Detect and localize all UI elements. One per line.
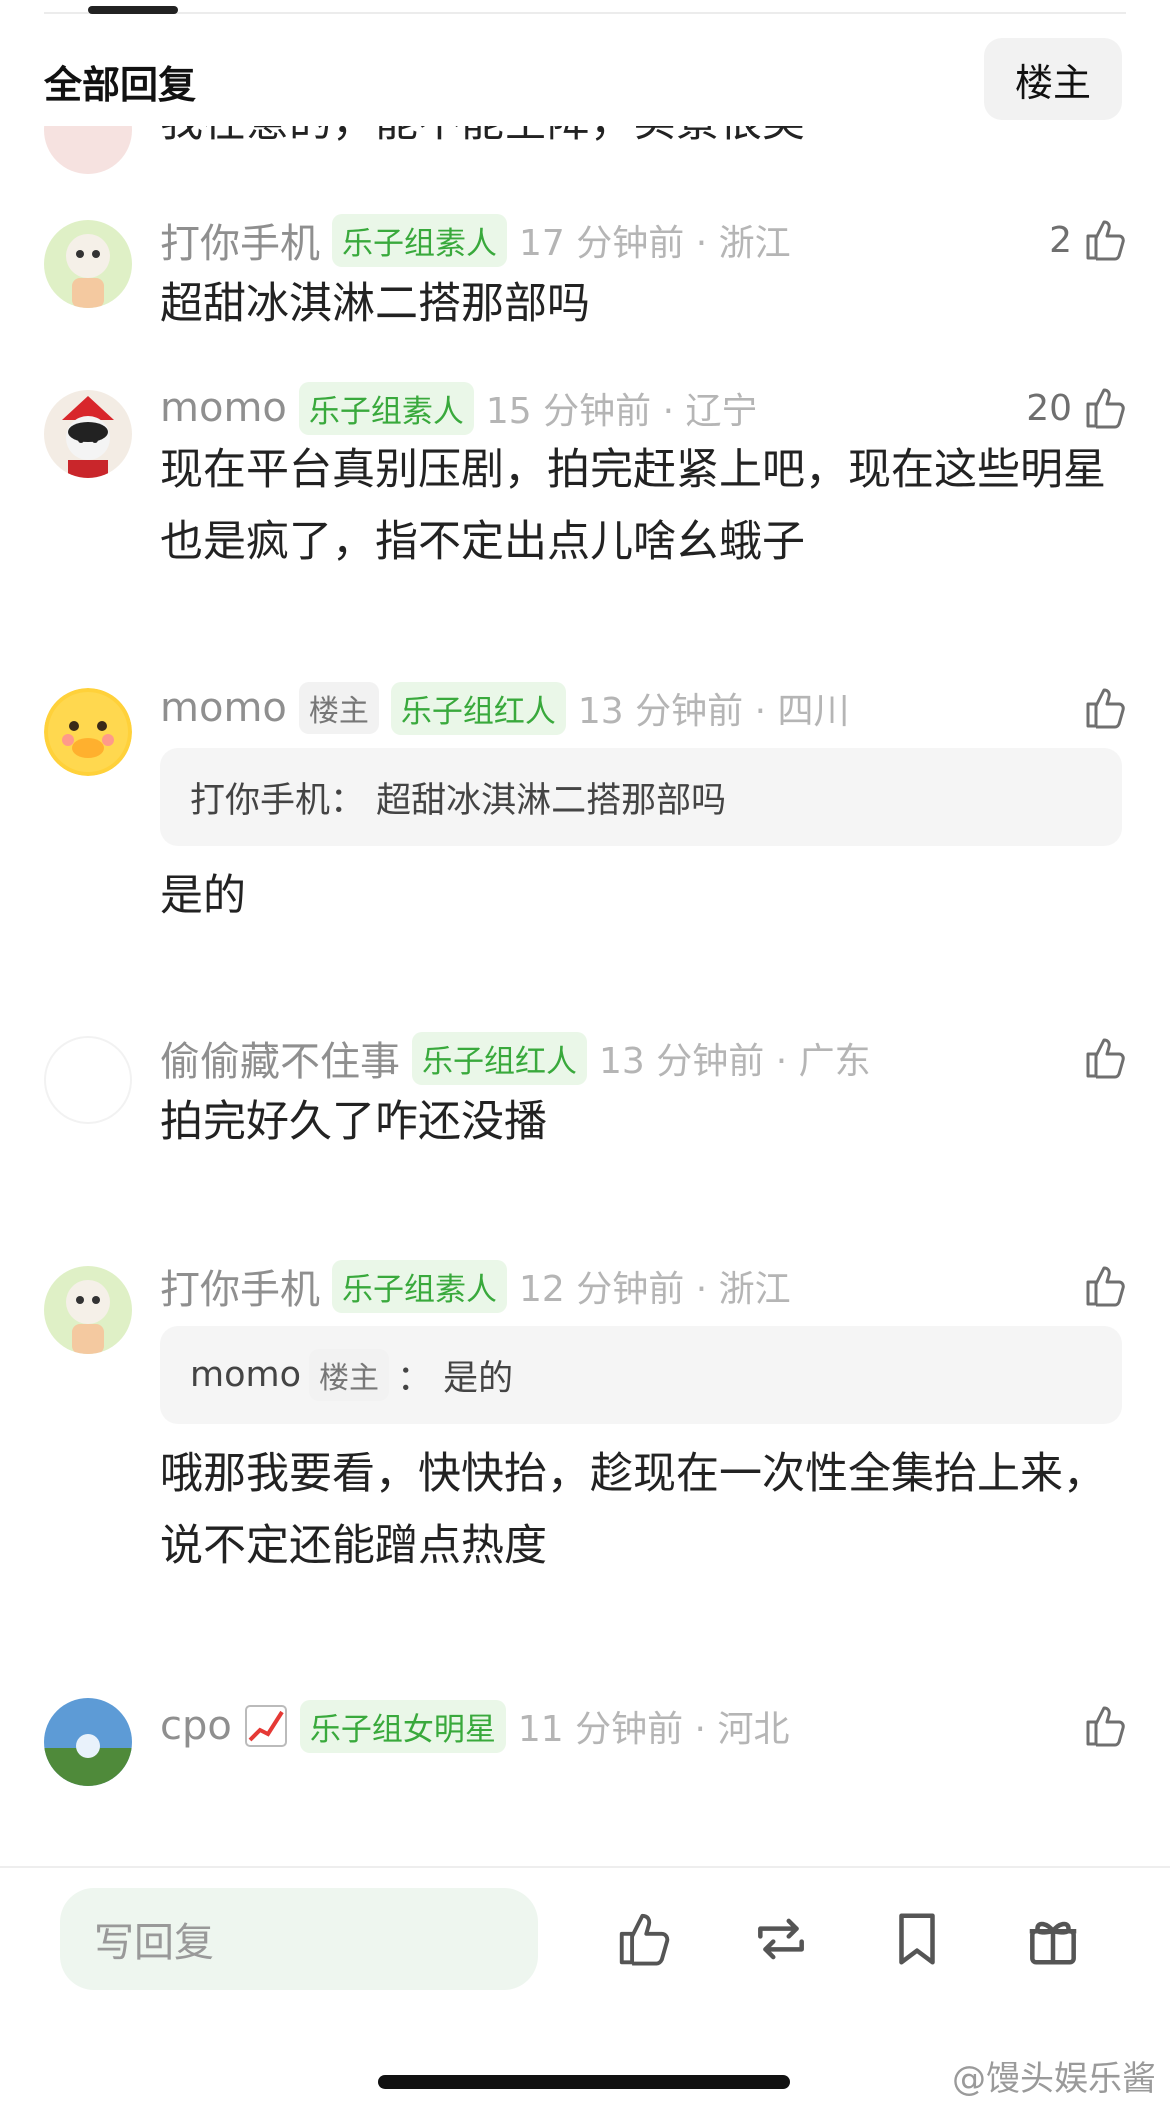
quoted-username: momo — [190, 1355, 302, 1395]
owner-tag: 楼主 — [309, 1349, 390, 1401]
chart-emoji-icon — [244, 1704, 288, 1748]
username[interactable]: 偷偷藏不住事 — [160, 1029, 400, 1087]
comment-item[interactable]: momo 乐子组素人 15 分钟前 · 辽宁 20 现在平台真别压剧，拍完赶紧上… — [0, 380, 1170, 600]
comment-item[interactable]: 打你手机 乐子组素人 12 分钟前 · 浙江 momo 楼主 ： 是的 哦那我要… — [0, 1258, 1170, 1578]
avatar[interactable] — [44, 126, 132, 174]
reply-input[interactable]: 写回复 — [60, 1888, 538, 1990]
bookmark-icon[interactable] — [886, 1908, 948, 1970]
top-divider — [44, 12, 1126, 14]
level-badge: 乐子组素人 — [298, 381, 474, 435]
like-count: 20 — [1026, 387, 1072, 429]
comment-text: 拍完好久了咋还没播 — [160, 1097, 547, 1147]
avatar[interactable] — [44, 1266, 132, 1354]
home-indicator — [378, 2075, 790, 2089]
username[interactable]: momo — [160, 385, 287, 431]
timestamp-location: 13 分钟前 · 广东 — [599, 1041, 871, 1082]
owner-only-button[interactable]: 楼主 — [984, 38, 1122, 120]
timestamp-location: 11 分钟前 · 河北 — [517, 1709, 790, 1750]
like-icon[interactable] — [614, 1908, 676, 1970]
like-button[interactable] — [1082, 1698, 1130, 1754]
avatar[interactable] — [44, 688, 132, 776]
quoted-text: ： 是的 — [397, 1358, 514, 1399]
timestamp-location: 17 分钟前 · 浙江 — [519, 223, 791, 264]
comment-meta: momo 楼主 乐子组红人 13 分钟前 · 四川 — [160, 680, 1130, 736]
thumbs-up-icon — [1086, 688, 1125, 729]
username[interactable]: momo — [160, 685, 287, 731]
comment-text: 超甜冰淇淋二搭那部吗 — [160, 279, 590, 329]
comment-meta: cpo 乐子组女明星 11 分钟前 · 河北 — [160, 1698, 1130, 1754]
reply-header: 全部回复 楼主 — [0, 36, 1170, 126]
thumbs-up-icon — [1086, 1266, 1125, 1307]
comment-meta: 打你手机 乐子组素人 12 分钟前 · 浙江 — [160, 1258, 1130, 1314]
avatar[interactable] — [44, 1698, 132, 1786]
level-badge: 乐子组素人 — [332, 1259, 507, 1313]
quoted-reply[interactable]: 打你手机： 超甜冰淇淋二搭那部吗 — [160, 748, 1122, 846]
all-replies-title: 全部回复 — [44, 63, 197, 107]
avatar[interactable] — [44, 220, 132, 308]
comment-text: 哦那我要看，快快抬，趁现在一次性全集抬上来，说不定还能蹭点热度 — [160, 1449, 1106, 1571]
comment-meta: momo 乐子组素人 15 分钟前 · 辽宁 — [160, 380, 1130, 436]
timestamp-location: 12 分钟前 · 浙江 — [519, 1269, 791, 1310]
level-badge: 乐子组红人 — [390, 681, 566, 735]
thumbs-up-icon — [1086, 1038, 1125, 1079]
comment-meta: 打你手机 乐子组素人 17 分钟前 · 浙江 — [160, 212, 1130, 268]
comment-item[interactable]: cpo 乐子组女明星 11 分钟前 · 河北 — [0, 1684, 1170, 1866]
timestamp-location: 13 分钟前 · 四川 — [577, 691, 850, 732]
level-badge: 乐子组女明星 — [299, 1699, 506, 1753]
owner-tag: 楼主 — [298, 682, 379, 734]
thumbs-up-icon — [1086, 220, 1125, 261]
comment-text: 现在平台真别压剧，拍完赶紧上吧，现在这些明星也是疯了，指不定出点儿啥幺蛾子 — [160, 445, 1106, 567]
quoted-text: 打你手机： 超甜冰淇淋二搭那部吗 — [190, 780, 727, 821]
avatar[interactable] — [44, 1036, 132, 1124]
gift-icon[interactable] — [1022, 1908, 1084, 1970]
active-tab-indicator — [88, 6, 178, 14]
quoted-reply[interactable]: momo 楼主 ： 是的 — [160, 1326, 1122, 1424]
level-badge: 乐子组素人 — [332, 213, 507, 267]
avatar[interactable] — [44, 390, 132, 478]
comment-meta: 偷偷藏不住事 乐子组红人 13 分钟前 · 广东 — [160, 1030, 1130, 1086]
repost-icon[interactable] — [750, 1908, 812, 1970]
watermark: @馒头娱乐酱 — [952, 2059, 1156, 2099]
like-button[interactable] — [1082, 680, 1130, 736]
comment-item[interactable]: 偷偷藏不住事 乐子组红人 13 分钟前 · 广东 拍完好久了咋还没播 — [0, 1030, 1170, 1190]
timestamp-location: 15 分钟前 · 辽宁 — [485, 391, 758, 432]
comment-item[interactable]: momo 楼主 乐子组红人 13 分钟前 · 四川 打你手机： 超甜冰淇淋二搭那… — [0, 680, 1170, 960]
level-badge: 乐子组红人 — [412, 1031, 587, 1085]
thumbs-up-icon — [1086, 388, 1125, 429]
username[interactable]: 打你手机 — [160, 1257, 320, 1315]
like-button[interactable]: 20 — [1026, 380, 1130, 436]
like-button[interactable]: 2 — [1049, 212, 1130, 268]
like-button[interactable] — [1082, 1258, 1130, 1314]
comment-text: 我在意的，能不能空降，实景很美 — [160, 126, 1112, 158]
username[interactable]: cpo — [160, 1703, 232, 1749]
like-count: 2 — [1049, 219, 1072, 261]
comment-text: 是的 — [160, 871, 246, 921]
thumbs-up-icon — [1086, 1706, 1125, 1747]
like-button[interactable] — [1082, 1030, 1130, 1086]
comment-item[interactable]: 打你手机 乐子组素人 17 分钟前 · 浙江 2 超甜冰淇淋二搭那部吗 — [0, 212, 1170, 372]
comment-list: 我在意的，能不能空降，实景很美 打你手机 乐子组素人 17 分钟前 · 浙江 2… — [0, 126, 1170, 1866]
username[interactable]: 打你手机 — [160, 211, 320, 269]
